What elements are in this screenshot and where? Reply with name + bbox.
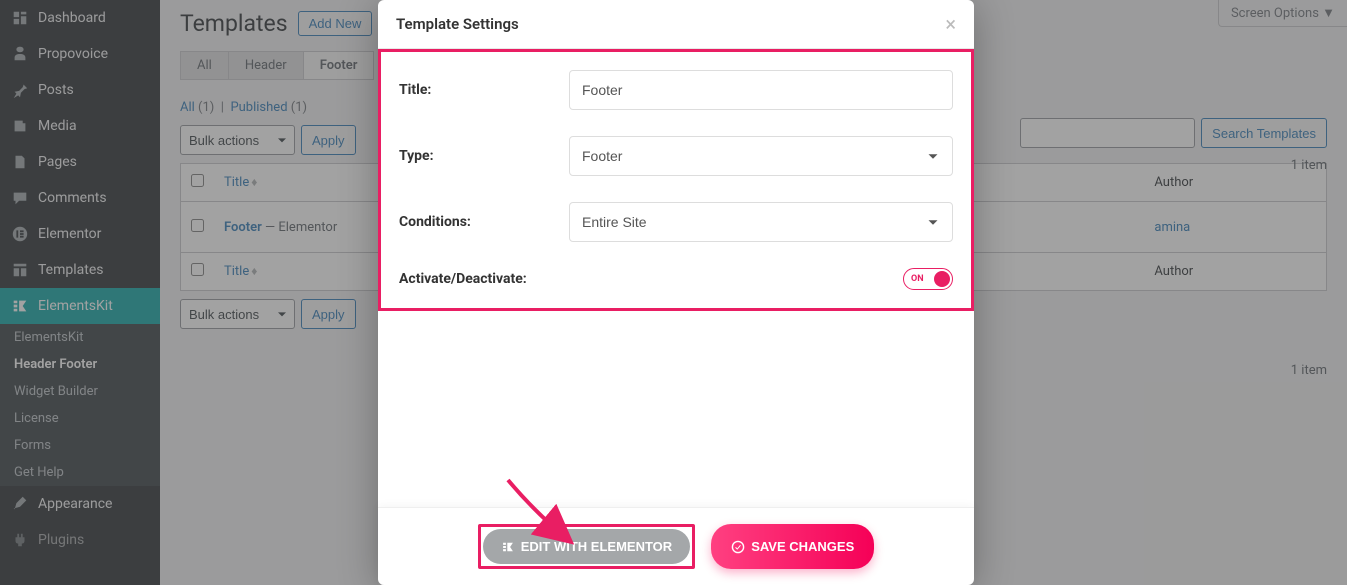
- title-input[interactable]: [569, 70, 953, 110]
- conditions-label: Conditions:: [399, 214, 569, 230]
- title-label: Title:: [399, 82, 569, 98]
- activate-toggle[interactable]: ON: [903, 268, 953, 290]
- check-circle-icon: [731, 540, 745, 554]
- type-select[interactable]: Footer: [569, 136, 953, 176]
- edit-with-elementor-button[interactable]: EDIT WITH ELEMENTOR: [483, 529, 690, 564]
- toggle-knob: [934, 271, 950, 287]
- highlight-form-region: Title: Type: Footer Conditions: Entire S…: [378, 49, 974, 311]
- template-settings-modal: Template Settings × Title: Type: Footer …: [378, 0, 974, 585]
- elementskit-icon: [501, 540, 515, 554]
- activate-label: Activate/Deactivate:: [399, 271, 569, 287]
- save-changes-button[interactable]: SAVE CHANGES: [711, 524, 874, 569]
- conditions-select[interactable]: Entire Site: [569, 202, 953, 242]
- toggle-on-text: ON: [911, 274, 924, 284]
- highlight-edit-button: EDIT WITH ELEMENTOR: [478, 524, 695, 569]
- close-icon[interactable]: ×: [945, 14, 956, 34]
- modal-title: Template Settings: [396, 15, 519, 33]
- type-label: Type:: [399, 148, 569, 164]
